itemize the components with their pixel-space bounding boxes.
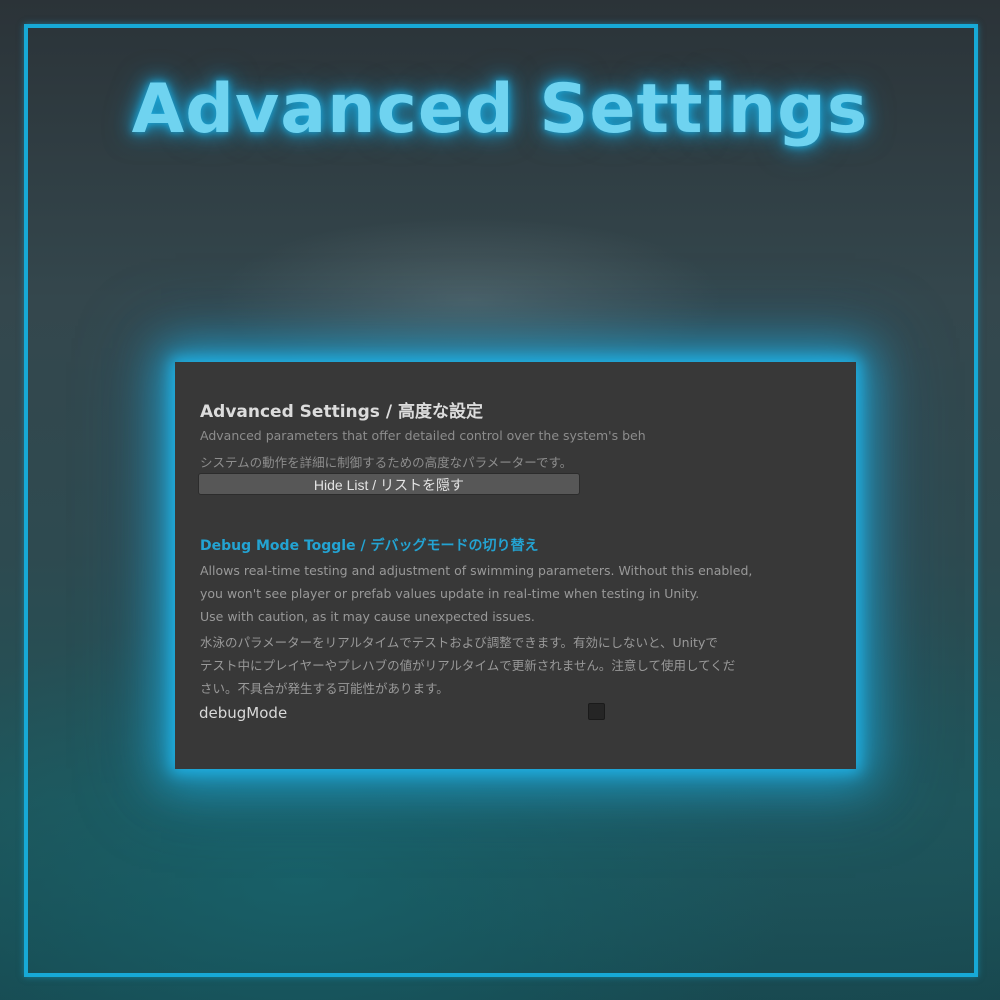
section-description-en: Advanced parameters that offer detailed …: [200, 428, 646, 443]
settings-panel: Advanced Settings / 高度な設定 Advanced param…: [175, 362, 856, 769]
debug-description-line: テスト中にプレイヤーやプレハブの値がリアルタイムで更新されません。注意して使用し…: [200, 658, 736, 673]
hero-title: Advanced Settings: [131, 70, 869, 149]
debug-mode-title: Debug Mode Toggle / デバッグモードの切り替え: [200, 538, 539, 554]
debug-description-line: Allows real-time testing and adjustment …: [200, 563, 753, 578]
debug-mode-label: debugMode: [199, 704, 288, 722]
debug-mode-checkbox[interactable]: [588, 703, 605, 720]
debug-description-line: 水泳のパラメーターをリアルタイムでテストおよび調整できます。有効にしないと、Un…: [200, 635, 718, 650]
debug-description-line: さい。不具合が発生する可能性があります。: [200, 681, 449, 696]
section-description-ja: システムの動作を詳細に制御するための高度なパラメーターです。: [200, 455, 573, 470]
debug-description-line: Use with caution, as it may cause unexpe…: [200, 609, 535, 624]
hide-list-button[interactable]: Hide List / リストを隠す: [198, 473, 580, 495]
debug-description-line: you won't see player or prefab values up…: [200, 586, 700, 601]
section-title: Advanced Settings / 高度な設定: [200, 402, 483, 422]
